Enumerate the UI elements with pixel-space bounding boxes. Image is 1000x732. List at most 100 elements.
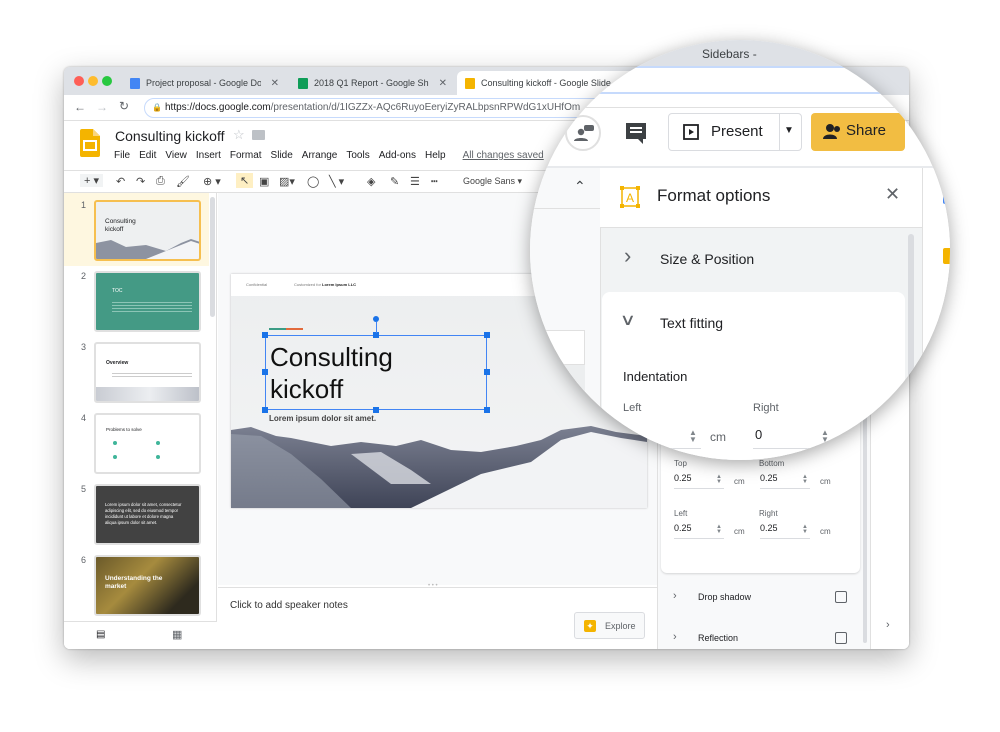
expand-rail-icon[interactable]: › — [886, 619, 890, 631]
tab-sheets[interactable]: 2018 Q1 Report - Google Sheets✕ — [290, 71, 455, 95]
slide-thumbnail-5[interactable]: Lorem ipsum dolor sit amet, consectetur … — [94, 484, 201, 545]
redo-icon[interactable]: ↷ — [136, 175, 145, 188]
present-dropdown-icon[interactable]: ▼ — [784, 125, 794, 136]
slide-thumbnail-2[interactable]: TOC — [94, 271, 201, 332]
menu-arrange[interactable]: Arrange — [302, 150, 338, 161]
border-dash-icon[interactable]: ┅ — [431, 175, 438, 188]
resize-handle[interactable] — [262, 369, 268, 375]
keep-icon[interactable] — [943, 248, 950, 264]
font-select[interactable]: Google Sans ▾ — [463, 176, 522, 187]
border-weight-icon[interactable]: ☰ — [410, 175, 420, 188]
slide-thumbnail-1[interactable]: Consulting kickoff — [94, 200, 201, 261]
text-fitting-section: ∨ Text fitting Indentation Left Right ▲ ▼… — [602, 292, 905, 460]
rotate-line — [375, 322, 377, 333]
text-box-icon[interactable]: ▣ — [259, 175, 269, 188]
close-tab-icon[interactable]: ✕ — [271, 78, 279, 89]
filmstrip-scrollbar[interactable] — [210, 197, 215, 317]
comments-icon[interactable] — [624, 121, 648, 145]
tasks-icon[interactable] — [943, 308, 950, 324]
undo-icon[interactable]: ↶ — [116, 175, 125, 188]
image-icon[interactable]: ▨▾ — [279, 175, 295, 188]
forward-icon[interactable]: → — [96, 100, 108, 114]
reflection-row[interactable]: › Reflection — [658, 629, 863, 649]
bullet-icon — [113, 455, 117, 459]
chevron-down-icon[interactable]: ∨ — [620, 310, 636, 330]
text-fitting-header[interactable]: Text fitting — [660, 315, 723, 331]
grid-view-icon[interactable]: ▦ — [172, 628, 182, 641]
stepper-icon[interactable]: ▲ ▼ — [716, 474, 722, 485]
resize-handle[interactable] — [373, 407, 379, 413]
shape-icon[interactable]: ◯ — [307, 175, 319, 188]
lock-icon: 🔒 — [152, 103, 162, 112]
document-title[interactable]: Consulting kickoff — [115, 128, 224, 144]
select-icon[interactable]: ↖ — [236, 173, 254, 188]
menu-insert[interactable]: Insert — [196, 150, 221, 161]
close-panel-icon[interactable]: ✕ — [885, 184, 900, 205]
zoomed-divider — [530, 107, 950, 108]
fill-color-icon[interactable]: ◈ — [367, 175, 375, 188]
folder-icon[interactable] — [252, 130, 265, 140]
tab-docs[interactable]: Project proposal - Google Docs ✕ — [122, 71, 287, 95]
mountain-image — [96, 387, 199, 401]
chevron-right-icon: › — [624, 243, 632, 268]
maximize-window-button[interactable] — [102, 76, 112, 86]
new-slide-button[interactable]: + ▾ — [80, 174, 104, 187]
menu-tools[interactable]: Tools — [346, 150, 369, 161]
zoomed-panel-scrollbar[interactable] — [908, 234, 914, 460]
line-icon[interactable]: ╲ ▾ — [329, 175, 344, 188]
calendar-icon[interactable] — [943, 188, 950, 204]
print-icon[interactable]: ⎙ — [156, 175, 165, 188]
reload-icon[interactable]: ↻ — [119, 99, 129, 113]
menu-edit[interactable]: Edit — [139, 150, 156, 161]
filmstrip-view-icon[interactable]: ▤ — [96, 629, 105, 640]
paint-format-icon[interactable]: 🖌 — [176, 175, 190, 188]
border-color-icon[interactable]: ✎ — [390, 175, 399, 188]
slide-thumbnail-6[interactable]: Understanding the market — [94, 555, 201, 616]
speaker-notes[interactable]: Click to add speaker notes ✦ Explore — [218, 587, 658, 649]
menu-help[interactable]: Help — [425, 150, 446, 161]
reflection-checkbox[interactable] — [835, 632, 847, 644]
star-icon[interactable]: ☆ — [233, 127, 245, 143]
slide-subtitle[interactable]: Lorem ipsum dolor sit amet. — [269, 414, 376, 423]
zoomed-side-rail — [922, 168, 950, 460]
collapse-toolbar-icon[interactable]: ⌃ — [574, 178, 586, 195]
explore-button[interactable]: ✦ Explore — [574, 612, 645, 639]
zoomed-tab-sidebars[interactable]: Sidebars - — [702, 47, 757, 61]
resize-handle[interactable] — [484, 369, 490, 375]
resize-handle[interactable] — [484, 332, 490, 338]
slide-thumbnail-4[interactable]: Problems to solve — [94, 413, 201, 474]
stepper-icon[interactable]: ▲ ▼ — [821, 429, 829, 444]
minimize-window-button[interactable] — [88, 76, 98, 86]
share-button[interactable]: Share — [811, 113, 905, 151]
bullet-icon — [113, 441, 117, 445]
menu-view[interactable]: View — [165, 150, 187, 161]
back-icon[interactable]: ← — [74, 100, 86, 114]
zoomed-divider — [530, 208, 600, 209]
slide-thumbnail-3[interactable]: Overview — [94, 342, 201, 403]
zoomed-divider — [530, 66, 950, 68]
collaborator-avatar-button[interactable] — [565, 115, 601, 151]
stepper-icon[interactable]: ▲ ▼ — [689, 429, 697, 444]
menu-file[interactable]: File — [114, 150, 130, 161]
magnifier-lens: Sidebars - Google Sli ··p HfOm Present ▼… — [530, 40, 950, 460]
stepper-icon[interactable]: ▲ ▼ — [802, 474, 808, 485]
menu-format[interactable]: Format — [230, 150, 262, 161]
drop-shadow-row[interactable]: › Drop shadow — [658, 588, 863, 610]
slide-title[interactable]: Consulting kickoff — [270, 341, 393, 405]
close-tab-icon[interactable]: ✕ — [439, 78, 447, 89]
drop-shadow-checkbox[interactable] — [835, 591, 847, 603]
menu-addons[interactable]: Add-ons — [379, 150, 416, 161]
slides-logo-icon[interactable] — [80, 129, 100, 157]
stepper-icon[interactable]: ▲ ▼ — [802, 524, 808, 535]
close-window-button[interactable] — [74, 76, 84, 86]
present-button[interactable]: Present ▼ — [668, 113, 802, 151]
title-text-box[interactable]: Consulting kickoff — [265, 335, 487, 410]
menu-slide[interactable]: Slide — [271, 150, 293, 161]
resize-handle[interactable] — [262, 407, 268, 413]
zoom-icon[interactable]: ⊕ ▾ — [203, 175, 221, 188]
stepper-icon[interactable]: ▲ ▼ — [716, 524, 722, 535]
resize-handle[interactable] — [484, 407, 490, 413]
resize-handle[interactable] — [262, 332, 268, 338]
size-position-section[interactable]: › Size & Position — [600, 229, 910, 289]
zoomed-divider — [530, 92, 950, 94]
